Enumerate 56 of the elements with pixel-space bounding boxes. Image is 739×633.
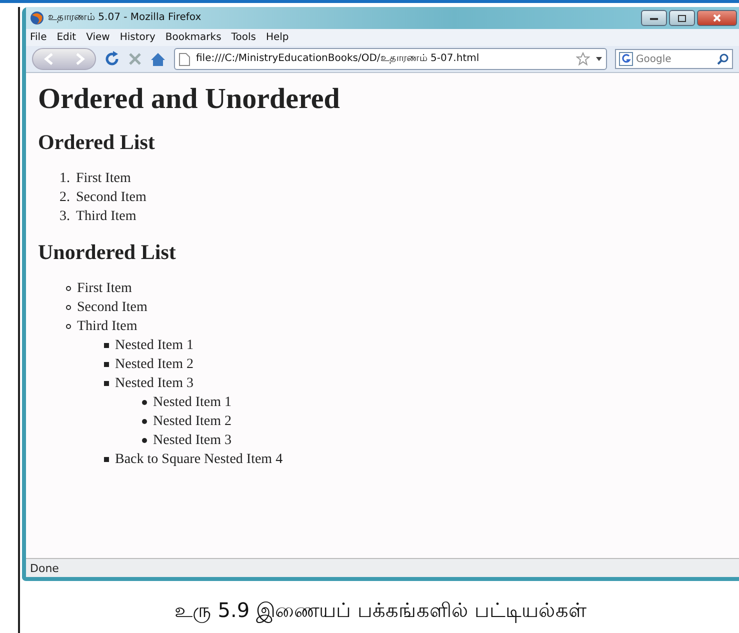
search-box[interactable]: Google bbox=[615, 49, 733, 69]
menu-item[interactable]: History bbox=[120, 32, 156, 43]
status-bar: Done bbox=[26, 558, 739, 577]
list-number: 3. bbox=[58, 208, 70, 224]
menu-item[interactable]: Help bbox=[266, 32, 289, 43]
list-item-text: Nested Item 2 bbox=[153, 414, 232, 430]
list-item-text: Third Item bbox=[77, 318, 138, 334]
list-item-text: Nested Item 1 bbox=[115, 338, 194, 354]
page-heading: Ordered and Unordered bbox=[38, 83, 341, 116]
bullet-icon bbox=[104, 362, 109, 367]
maximize-icon bbox=[678, 14, 686, 22]
section-heading: Ordered List bbox=[38, 130, 156, 155]
bullet-icon bbox=[104, 381, 109, 386]
bullet-icon bbox=[66, 286, 71, 291]
dropdown-icon bbox=[596, 57, 602, 61]
star-icon bbox=[576, 52, 590, 66]
bullet-icon bbox=[104, 343, 109, 348]
list-number: 2. bbox=[58, 190, 70, 206]
home-button[interactable] bbox=[150, 52, 166, 66]
bullet-icon bbox=[104, 457, 109, 462]
page-icon bbox=[179, 52, 190, 66]
list-item-text: Nested Item 3 bbox=[153, 432, 232, 448]
search-engine-icon bbox=[619, 52, 633, 66]
bullet-icon bbox=[142, 400, 147, 405]
menu-item[interactable]: View bbox=[86, 32, 110, 43]
section-heading: Unordered List bbox=[38, 240, 177, 265]
list-item-text: Back to Square Nested Item 4 bbox=[115, 452, 283, 468]
menu-item[interactable]: Tools bbox=[231, 32, 256, 43]
list-item-text: First Item bbox=[76, 170, 131, 186]
menu-item[interactable]: Bookmarks bbox=[165, 32, 222, 43]
address-field[interactable]: file:///C:/MinistryEducationBooks/OD/உதாரணம் 5-07.html bbox=[174, 48, 607, 70]
bullet-icon bbox=[66, 305, 71, 310]
list-item-text: First Item bbox=[77, 280, 132, 296]
search-icon bbox=[717, 53, 729, 65]
bullet-icon bbox=[142, 438, 147, 443]
window-title: உதாரணம் 5.07 - Mozilla Firefox bbox=[48, 12, 202, 24]
search-field[interactable]: Google bbox=[636, 54, 714, 64]
menu-item[interactable]: Edit bbox=[56, 32, 76, 43]
minimize-icon bbox=[650, 16, 658, 20]
list-item-text: Third Item bbox=[76, 208, 136, 224]
list-item-text: Nested Item 2 bbox=[115, 356, 194, 372]
list-item-text: Second Item bbox=[76, 190, 146, 206]
figure-caption: உரு 5.9 இணையப் பக்கங்களில் பட்டியல்கள் bbox=[173, 598, 588, 624]
menu-item[interactable]: File bbox=[30, 32, 47, 43]
reload-button[interactable] bbox=[104, 51, 120, 67]
close-icon bbox=[713, 14, 721, 22]
close-button[interactable] bbox=[697, 10, 737, 26]
bullet-icon bbox=[66, 324, 71, 329]
minimize-button[interactable] bbox=[641, 10, 667, 26]
list-item-text: Nested Item 1 bbox=[153, 394, 232, 410]
bullet-icon bbox=[142, 419, 147, 424]
maximize-button[interactable] bbox=[669, 10, 695, 26]
list-item-text: Nested Item 3 bbox=[115, 376, 194, 392]
list-item-text: Second Item bbox=[77, 300, 148, 316]
browser-logo-icon bbox=[30, 11, 44, 25]
list-number: 1. bbox=[58, 170, 70, 186]
